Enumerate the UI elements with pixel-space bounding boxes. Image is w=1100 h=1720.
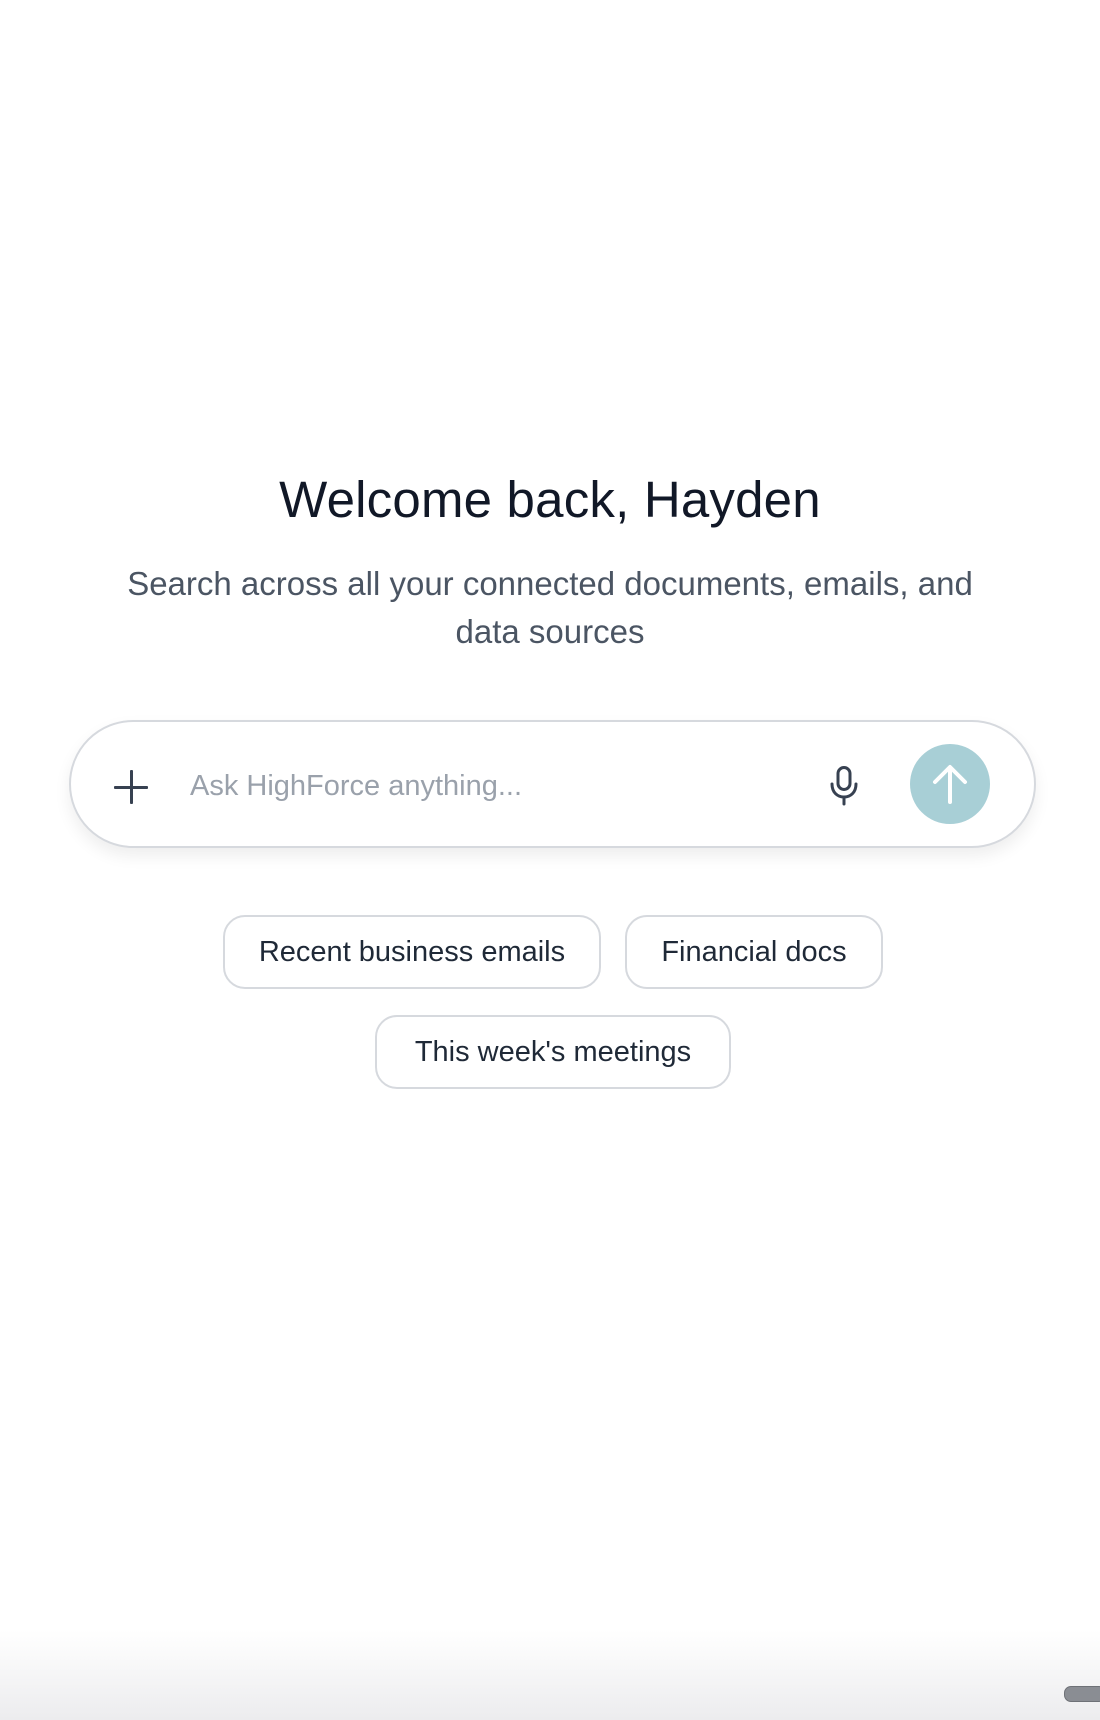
suggestion-chip-financial-docs[interactable]: Financial docs: [625, 915, 883, 989]
suggestion-chip-recent-business-emails[interactable]: Recent business emails: [223, 915, 601, 989]
bottom-fade: [0, 1630, 1100, 1720]
page: Welcome back, Hayden Search across all y…: [0, 0, 1100, 1720]
search-bar: [69, 720, 1036, 848]
suggestion-chip-this-weeks-meetings[interactable]: This week's meetings: [375, 1015, 731, 1089]
microphone-icon[interactable]: [829, 766, 859, 806]
resize-handle[interactable]: [1064, 1686, 1100, 1702]
send-button[interactable]: [910, 744, 990, 824]
page-title: Welcome back, Hayden: [279, 471, 821, 528]
arrow-up-icon: [933, 765, 967, 804]
plus-icon[interactable]: [114, 770, 148, 804]
search-input[interactable]: [190, 756, 790, 816]
page-subtitle: Search across all your connected documen…: [127, 565, 973, 650]
